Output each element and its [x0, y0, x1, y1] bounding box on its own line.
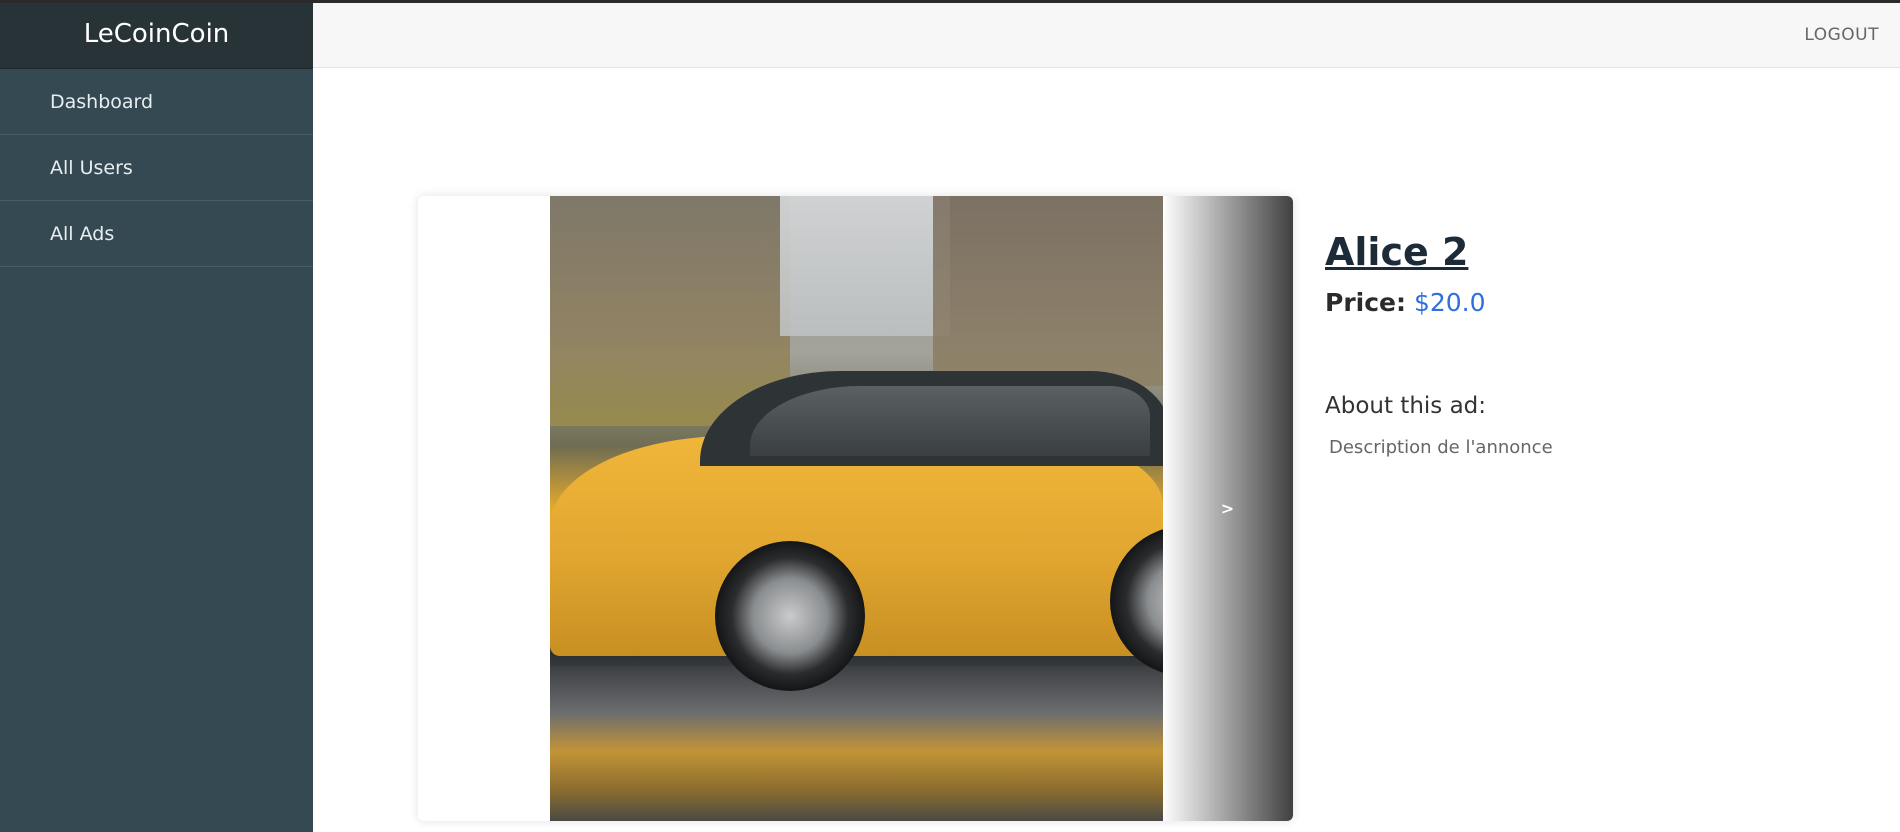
ad-description: Description de l'annonce: [1329, 437, 1553, 458]
logout-link[interactable]: LOGOUT: [1804, 25, 1879, 45]
sidebar-item-all-users[interactable]: All Users: [0, 135, 313, 201]
price-label: Price:: [1325, 288, 1406, 317]
carousel-next-button[interactable]: >: [1162, 196, 1293, 821]
price-value: $20.0: [1413, 288, 1486, 317]
photo-car-front-wheel: [715, 541, 865, 691]
sidebar-item-all-ads[interactable]: All Ads: [0, 201, 313, 267]
top-border: [0, 0, 1900, 3]
ad-details: Alice 2 Price: $20.0 About this ad: Desc…: [1325, 230, 1845, 458]
top-header: LOGOUT: [313, 3, 1900, 68]
photo-trees-right: [933, 196, 1163, 386]
about-heading: About this ad:: [1325, 393, 1487, 419]
chevron-right-icon: >: [1220, 499, 1235, 518]
photo-sky: [780, 196, 950, 336]
price-row: Price: $20.0: [1325, 288, 1845, 317]
sidebar-item-label: Dashboard: [50, 90, 154, 113]
photo-car-window: [750, 386, 1150, 456]
sidebar-nav: Dashboard All Users All Ads: [0, 69, 313, 267]
photo-road: [550, 666, 1163, 821]
app-brand[interactable]: LeCoinCoin: [0, 0, 313, 69]
sidebar-item-label: All Ads: [50, 222, 115, 245]
ad-photo: [550, 196, 1163, 821]
sidebar-item-label: All Users: [50, 156, 133, 179]
sidebar: LeCoinCoin Dashboard All Users All Ads: [0, 0, 313, 832]
ad-title[interactable]: Alice 2: [1325, 230, 1468, 274]
sidebar-item-dashboard[interactable]: Dashboard: [0, 69, 313, 135]
image-carousel: >: [418, 196, 1293, 821]
